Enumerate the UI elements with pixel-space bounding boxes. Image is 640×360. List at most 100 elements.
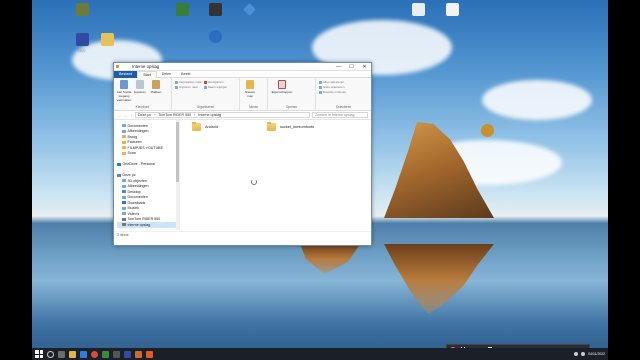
- app-icon[interactable]: [124, 350, 131, 358]
- file-explorer-window: Interne opslag — ☐ ✕ Bestand Start Delen…: [113, 62, 372, 246]
- address-bar[interactable]: Deze pc › TomTom RIDER 550 › Interne ops…: [135, 112, 310, 118]
- chrome-icon[interactable]: [91, 350, 98, 358]
- start-button[interactable]: [35, 350, 43, 358]
- ribbon-group-organiseren: Verplaatsen naar Kopiëren naar Verwijder…: [172, 78, 240, 110]
- invert-selection-button[interactable]: Selectie omkeren: [319, 90, 346, 94]
- app-icon: [75, 3, 89, 16]
- folder-icon: [192, 122, 201, 131]
- scrollbar-thumb[interactable]: [176, 122, 179, 182]
- folder-icon: [116, 65, 119, 68]
- maximize-button[interactable]: ☐: [345, 63, 358, 71]
- ribbon-tabs: Bestand Start Delen Beeld: [114, 70, 371, 78]
- desktop-icon[interactable]: [432, 3, 472, 18]
- edge-icon[interactable]: [80, 350, 87, 358]
- volume-icon[interactable]: [581, 352, 586, 356]
- app-icon: [175, 3, 189, 16]
- close-button[interactable]: ✕: [358, 63, 371, 71]
- folder-item[interactable]: Android: [192, 122, 219, 131]
- folder-icon: [100, 33, 114, 46]
- app-icon[interactable]: [102, 350, 109, 358]
- app-icon: [480, 124, 494, 137]
- file-icon: [445, 3, 459, 16]
- breadcrumb-item[interactable]: TomTom RIDER 550: [158, 113, 191, 117]
- select-all-icon: [319, 80, 322, 84]
- folder-item[interactable]: socket_tomtomfonts: [267, 122, 314, 131]
- search-placeholder: Zoeken in Interne opslag: [315, 113, 355, 117]
- app-icon[interactable]: [146, 350, 153, 358]
- tab-beeld[interactable]: Beeld: [176, 71, 195, 78]
- folder-icon: [122, 195, 126, 199]
- clock[interactable]: 04/11/2022: [588, 352, 605, 356]
- move-icon: [175, 80, 178, 84]
- group-label: Nieuw: [249, 105, 258, 109]
- store-icon[interactable]: [113, 350, 120, 358]
- desktop-icon[interactable]: [195, 30, 235, 45]
- file-list: Android socket_tomtomfonts: [180, 120, 371, 231]
- minimize-button[interactable]: —: [332, 63, 345, 71]
- nav-item-label: Deze pc: [122, 173, 136, 178]
- copy-to-button[interactable]: Kopiëren naar: [175, 85, 202, 89]
- tab-bestand[interactable]: Bestand: [114, 70, 138, 78]
- system-tray: 04/11/2022: [574, 348, 608, 360]
- nav-item[interactable]: Interne opslag: [117, 222, 179, 228]
- file-icon: [411, 3, 425, 16]
- rename-button[interactable]: Naam wijzigen: [203, 85, 227, 89]
- nav-item-label: Interne opslag: [127, 222, 151, 227]
- select-none-button[interactable]: Niets selecteren: [319, 85, 346, 89]
- quick-access-toolbar: [116, 65, 119, 68]
- folder-icon: [267, 122, 276, 131]
- network-icon[interactable]: [574, 352, 579, 356]
- nav-item-label: Desktop: [127, 189, 141, 194]
- scrollbar[interactable]: [176, 120, 179, 230]
- breadcrumb-item[interactable]: Interne opslag: [198, 113, 221, 117]
- ribbon-group-nieuw: Nieuwe map Nieuw: [240, 78, 268, 110]
- back-arrow-icon[interactable]: ←: [117, 113, 121, 118]
- folder-name: Android: [205, 125, 219, 129]
- folder-icon: [122, 179, 126, 183]
- taskbar: 04/11/2022: [32, 348, 608, 360]
- app-icon: [208, 3, 222, 16]
- nav-item-label: Video's: [127, 211, 140, 216]
- folder-icon: [122, 146, 126, 150]
- rename-icon: [203, 85, 207, 89]
- clock-date: 04/11/2022: [588, 352, 605, 356]
- app-icon[interactable]: [135, 350, 142, 358]
- file-explorer-icon[interactable]: [69, 350, 76, 358]
- desktop-icon[interactable]: [467, 124, 507, 139]
- ribbon-group-openen: Eigenschappen Openen: [268, 78, 316, 110]
- status-bar: 2 items: [114, 231, 371, 238]
- nav-item-label: Afbeeldingen: [127, 129, 149, 134]
- explorer-body: Documenten Afbeeldingen Broog Facturen FILMP…: [114, 120, 371, 231]
- paste-icon: [152, 80, 160, 89]
- nav-item-label: Broog: [127, 134, 138, 139]
- nav-item-label: Scan: [127, 151, 136, 156]
- delete-button[interactable]: Verwijderen: [203, 80, 228, 84]
- folder-icon: [122, 151, 126, 155]
- up-arrow-icon[interactable]: ↑: [129, 113, 133, 118]
- nav-item-label: Downloads: [127, 200, 146, 205]
- chevron-right-icon: ›: [194, 113, 196, 117]
- tab-delen[interactable]: Delen: [157, 71, 176, 78]
- tab-start[interactable]: Start: [137, 70, 157, 78]
- task-view-icon[interactable]: [58, 350, 65, 358]
- nav-item-label: 3D-objecten: [127, 178, 147, 183]
- folder-icon: [117, 162, 121, 166]
- properties-icon: [278, 80, 286, 89]
- desktop-icon[interactable]: [229, 3, 269, 18]
- copy-icon: [175, 85, 178, 89]
- nav-item-label: Documenten: [127, 123, 148, 128]
- select-all-button[interactable]: Alles selecteren: [319, 80, 346, 84]
- busy-cursor-icon: [251, 179, 257, 185]
- desktop-icon[interactable]: [62, 3, 102, 18]
- navigation-pane: Documenten Afbeeldingen Broog Facturen FILMP…: [114, 120, 180, 231]
- nav-item-label: TomTom RIDER 550: [127, 217, 161, 222]
- search-input[interactable]: Zoeken in Interne opslag: [312, 112, 368, 118]
- search-icon[interactable]: [47, 350, 54, 358]
- ribbon: Aan Snelle toegang vastmaken Kopiëren Pl…: [114, 78, 371, 111]
- folder-icon: [122, 135, 126, 139]
- group-label: Openen: [285, 105, 298, 109]
- breadcrumb-item[interactable]: Deze pc: [138, 113, 151, 117]
- forward-arrow-icon[interactable]: →: [123, 113, 127, 118]
- desktop-icon[interactable]: [87, 33, 127, 48]
- move-to-button[interactable]: Verplaatsen naar: [175, 80, 202, 84]
